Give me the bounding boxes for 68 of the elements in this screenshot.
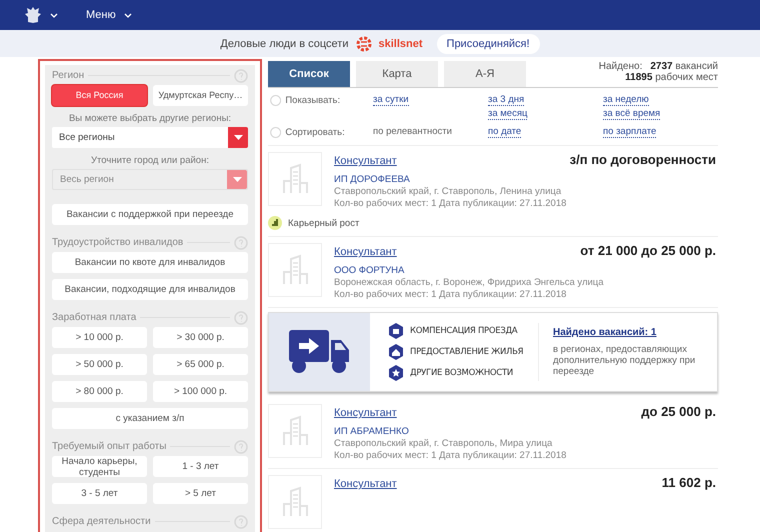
filter-button[interactable]: > 30 000 р. xyxy=(153,327,248,348)
filter-button[interactable]: > 50 000 р. xyxy=(52,354,147,375)
field-label: Уточните город или район: xyxy=(90,155,210,166)
current-option: по релевантности xyxy=(373,126,452,138)
tag-label: Карьерный рост xyxy=(288,218,360,228)
option-label: Показывать: xyxy=(285,94,342,107)
benefit-label: КОМПЕНСАЦИЯ ПРОЕЗДА xyxy=(410,326,518,336)
promo-description: в регионах, предоставляющих дополнительную поддержку при переезде xyxy=(553,344,696,377)
vacancy-title-link[interactable]: Консультант xyxy=(334,155,397,167)
vacancy-title-link[interactable]: Консультант xyxy=(334,246,397,258)
salary: з/п по договоренности xyxy=(570,152,716,167)
section-title: Сфера деятельности xyxy=(52,516,151,527)
address: Ставропольский край, г. Ставрополь, Мира улица xyxy=(334,438,554,450)
menu-link[interactable]: Меню xyxy=(86,9,116,21)
filter-button[interactable]: > 100 000 р. xyxy=(153,381,248,402)
filter-button[interactable]: Вакансии с поддержкой при переезде xyxy=(52,204,248,225)
section-title: Заработная плата xyxy=(52,312,136,323)
vacancy-meta: Кол-во рабочих мест: 1 Дата публикации: 27.11.2018 xyxy=(334,198,568,210)
section-title: Требуемый опыт работы xyxy=(52,441,166,452)
brand-name: skillsnet xyxy=(378,38,423,50)
view-tab[interactable]: Список xyxy=(268,61,350,87)
dropdown-field[interactable]: Все регионы xyxy=(52,127,248,148)
dropdown-field: Весь регион xyxy=(52,169,248,190)
vacancy-meta: Кол-во рабочих мест: 1 Дата публикации: 27.11.2018 xyxy=(334,289,568,301)
address: Воронежская область, г. Воронеж, Фридриха Энгельса улица xyxy=(334,277,605,289)
filter-link[interactable]: за сутки xyxy=(373,94,409,106)
found-label: Найдено: xyxy=(598,61,642,72)
salary: 11 602 р. xyxy=(662,475,716,490)
filter-link[interactable]: по зарплате xyxy=(603,126,656,138)
filter-button[interactable]: > 10 000 р. xyxy=(52,327,147,348)
company-name: ИП АБРАМЕНКО xyxy=(334,426,410,437)
vacancy-meta: Кол-во рабочих мест: 1 Дата публикации: 27.11.2018 xyxy=(334,450,568,462)
filter-button[interactable]: с указанием з/п xyxy=(52,408,248,429)
join-button[interactable]: Присоединяйся! xyxy=(436,34,540,54)
filter-link[interactable]: по дате xyxy=(488,126,522,138)
filter-link[interactable]: за месяц xyxy=(488,108,528,120)
filter-button[interactable]: Начало карьеры, студенты xyxy=(52,456,147,477)
benefit-label: ДРУГИЕ ВОЗМОЖНОСТИ xyxy=(410,368,513,378)
filter-button[interactable]: Удмуртская Респу… xyxy=(153,85,248,106)
filter-link[interactable]: за всё время xyxy=(603,108,660,120)
filter-button[interactable]: 3 - 5 лет xyxy=(52,483,147,504)
jobs-count: 11895 рабочих мест xyxy=(625,72,718,83)
section-title: Регион xyxy=(52,70,84,81)
banner-text: Деловые люди в соцсети xyxy=(220,38,348,50)
vacancy-count: 2737 вакансий xyxy=(650,61,718,72)
filter-button[interactable]: 1 - 3 лет xyxy=(153,456,248,477)
view-tab[interactable]: А-Я xyxy=(444,61,526,87)
filter-link[interactable]: за неделю xyxy=(603,94,649,106)
filter-button[interactable]: Вакансии, подходящие для инвалидов xyxy=(52,279,248,300)
company-name: ИП ДОРОФЕЕВА xyxy=(334,174,411,185)
vacancy-title-link[interactable]: Консультант xyxy=(334,407,397,419)
option-label: Сортировать: xyxy=(285,126,346,139)
company-name: ООО ФОРТУНА xyxy=(334,265,406,276)
filter-button[interactable]: Вакансии по квоте для инвалидов xyxy=(52,252,248,273)
salary: от 21 000 до 25 000 р. xyxy=(580,243,716,258)
address: Ставропольский край, г. Ставрополь, Ленина улица xyxy=(334,186,562,198)
field-label: Вы можете выбрать другие регионы: xyxy=(68,113,232,124)
filter-button[interactable]: > 5 лет xyxy=(153,483,248,504)
view-tab[interactable]: Карта xyxy=(356,61,438,87)
salary: до 25 000 р. xyxy=(641,404,716,419)
section-title: Трудоустройство инвалидов xyxy=(52,237,184,248)
benefit-label: ПРЕДОСТАВЛЕНИЕ ЖИЛЬЯ xyxy=(410,347,524,357)
filter-link[interactable]: за 3 дня xyxy=(488,94,524,106)
vacancy-title-link[interactable]: Консультант xyxy=(334,478,397,490)
filter-button[interactable]: Вся Россия xyxy=(52,85,147,106)
filter-button[interactable]: > 65 000 р. xyxy=(153,354,248,375)
filter-button[interactable]: > 80 000 р. xyxy=(52,381,147,402)
vacancies-found-link[interactable]: Найдено вакансий: 1 xyxy=(553,327,656,338)
